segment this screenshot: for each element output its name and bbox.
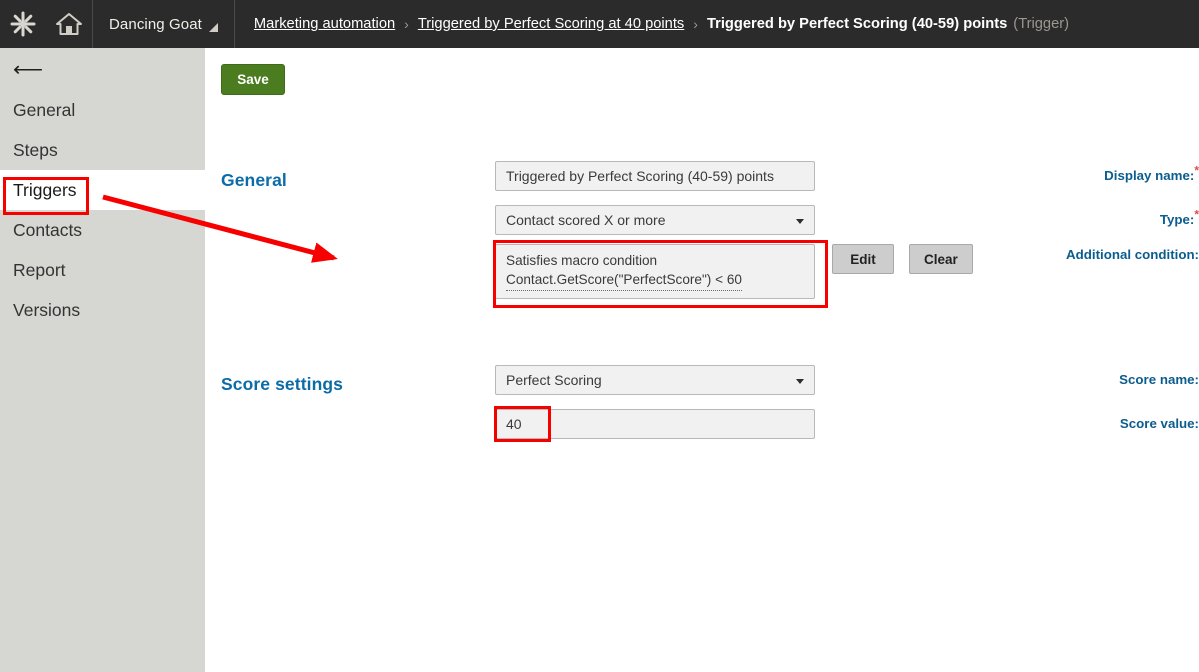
sidebar-item-triggers[interactable]: Triggers [0, 170, 205, 210]
macro-condition-line-2: Contact.GetScore("PerfectScore") < 60 [506, 270, 742, 291]
type-label: Type:* [1159, 207, 1199, 227]
site-selector[interactable]: Dancing Goat [93, 0, 235, 48]
breadcrumb-separator: › [404, 16, 409, 32]
display-name-input[interactable] [495, 161, 815, 191]
breadcrumb-item-marketing-automation[interactable]: Marketing automation [254, 16, 395, 32]
main-content: Save General Display name:* Type:* Conta… [205, 48, 1199, 672]
score-name-select-value: Perfect Scoring [506, 372, 602, 388]
kentico-asterisk-logo-icon [10, 11, 36, 37]
macro-condition-line-1: Satisfies macro condition [506, 253, 658, 268]
field-row-score-name: Score name: Perfect Scoring [205, 365, 1199, 395]
required-indicator: * [1194, 207, 1199, 222]
score-name-label: Score name: [1119, 372, 1199, 387]
breadcrumb-object-type: (Trigger) [1013, 16, 1070, 32]
sidebar-back-button[interactable]: ⟵ [0, 48, 205, 90]
score-name-select[interactable]: Perfect Scoring [495, 365, 815, 395]
chevron-down-icon [796, 379, 804, 384]
sidebar-item-label: Steps [13, 139, 58, 160]
site-name-label: Dancing Goat [109, 15, 202, 33]
save-button[interactable]: Save [221, 64, 285, 95]
field-row-type: Type:* Contact scored X or more [205, 205, 1199, 235]
sidebar-item-steps[interactable]: Steps [0, 130, 205, 170]
edit-condition-button[interactable]: Edit [832, 244, 894, 274]
breadcrumb-current-item: Triggered by Perfect Scoring (40-59) poi… [706, 16, 1008, 32]
sidebar-item-label: Versions [13, 299, 81, 320]
breadcrumb-item-parent-trigger[interactable]: Triggered by Perfect Scoring at 40 point… [418, 16, 684, 32]
sidebar-item-label: Triggers [13, 179, 77, 200]
sidebar-item-versions[interactable]: Versions [0, 290, 205, 330]
back-arrow-icon: ⟵ [13, 57, 44, 81]
score-value-input[interactable] [495, 409, 815, 439]
field-row-score-value: Score value: [205, 409, 1199, 439]
type-select-value: Contact scored X or more [506, 212, 666, 228]
app-logo[interactable] [0, 0, 46, 48]
triangle-down-icon [208, 22, 218, 32]
sidebar-item-label: General [13, 99, 76, 120]
breadcrumb: Marketing automation › Triggered by Perf… [235, 0, 1069, 48]
field-row-additional-condition: Additional condition: Satisfies macro co… [205, 244, 1199, 304]
sidebar-item-general[interactable]: General [0, 90, 205, 130]
additional-condition-value[interactable]: Satisfies macro condition Contact.GetSco… [495, 244, 815, 299]
required-indicator: * [1194, 163, 1199, 178]
clear-condition-button[interactable]: Clear [909, 244, 973, 274]
top-bar: Dancing Goat Marketing automation › Trig… [0, 0, 1199, 48]
field-row-display-name: Display name:* [205, 161, 1199, 191]
home-icon [56, 13, 82, 35]
sidebar-item-label: Report [13, 259, 66, 280]
sidebar-item-label: Contacts [13, 219, 83, 240]
sidebar-item-report[interactable]: Report [0, 250, 205, 290]
chevron-down-icon [796, 219, 804, 224]
sidebar: ⟵ General Steps Triggers Contacts Report… [0, 48, 205, 672]
home-button[interactable] [46, 0, 93, 48]
breadcrumb-separator: › [693, 16, 698, 32]
sidebar-item-contacts[interactable]: Contacts [0, 210, 205, 250]
display-name-label: Display name:* [1104, 163, 1199, 183]
score-value-label: Score value: [1119, 416, 1199, 431]
type-select[interactable]: Contact scored X or more [495, 205, 815, 235]
